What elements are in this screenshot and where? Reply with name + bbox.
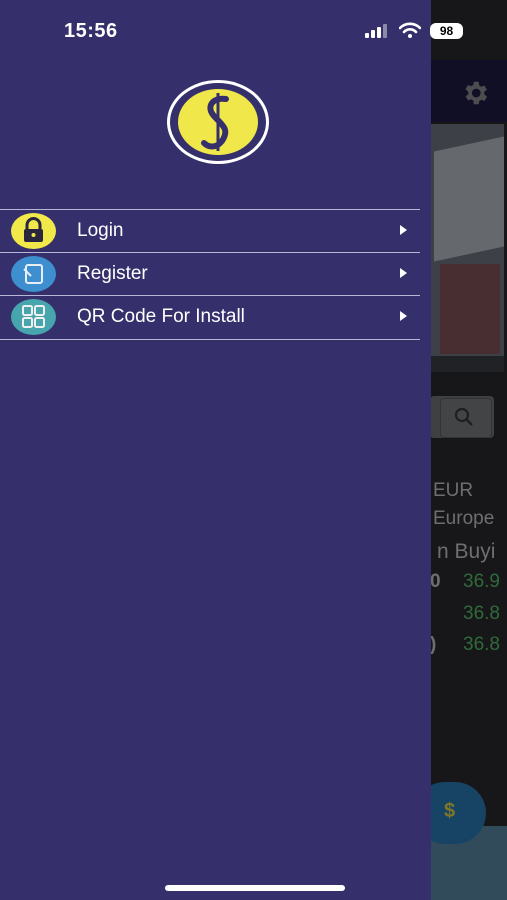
status-time: 15:56 bbox=[64, 20, 118, 42]
register-icon bbox=[11, 256, 56, 292]
signal-icon bbox=[365, 24, 387, 38]
menu-item-label: Register bbox=[77, 263, 148, 284]
menu-item-label: QR Code For Install bbox=[77, 306, 245, 327]
menu-item-login[interactable]: Login bbox=[0, 210, 420, 252]
chevron-right-icon bbox=[400, 268, 407, 278]
home-indicator[interactable] bbox=[165, 885, 345, 891]
lock-icon bbox=[11, 213, 56, 249]
chevron-right-icon bbox=[400, 311, 407, 321]
chevron-right-icon bbox=[400, 225, 407, 235]
battery-indicator: 98 bbox=[430, 23, 463, 39]
divider bbox=[0, 339, 420, 340]
wifi-icon bbox=[399, 22, 421, 38]
menu-item-register[interactable]: Register bbox=[0, 253, 420, 295]
logo-symbol-icon bbox=[201, 93, 229, 151]
menu-item-label: Login bbox=[77, 220, 124, 241]
menu-item-qr-code[interactable]: QR Code For Install bbox=[0, 296, 420, 338]
status-bar: 15:56 98 bbox=[0, 0, 507, 60]
navigation-drawer: Login Register QR Code For Install bbox=[0, 0, 431, 900]
grid-icon bbox=[11, 299, 56, 335]
app-logo bbox=[167, 80, 269, 164]
